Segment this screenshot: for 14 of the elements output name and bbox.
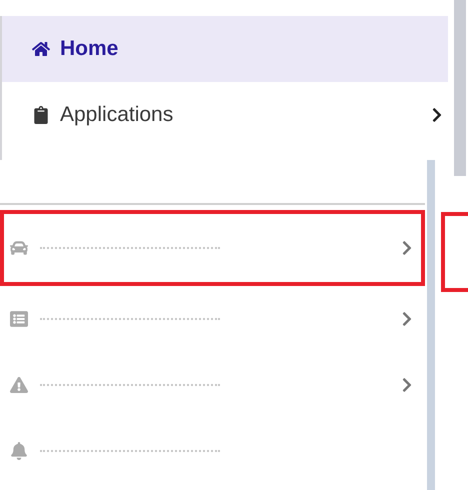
clipboard-icon <box>32 106 50 124</box>
car-icon <box>10 239 28 257</box>
menu-item[interactable]: Home <box>2 16 448 82</box>
warning-icon <box>10 376 28 394</box>
menu-item[interactable] <box>0 210 425 286</box>
chevron-right-icon <box>401 240 413 256</box>
scrollbar[interactable] <box>454 0 466 176</box>
home-icon <box>32 40 50 58</box>
chevron-right-icon <box>401 311 413 327</box>
list-icon <box>10 310 28 328</box>
scrollbar[interactable] <box>427 160 435 490</box>
chevron-right-icon <box>401 377 413 393</box>
chevron-right-icon <box>430 107 444 123</box>
bell-icon <box>10 442 28 460</box>
